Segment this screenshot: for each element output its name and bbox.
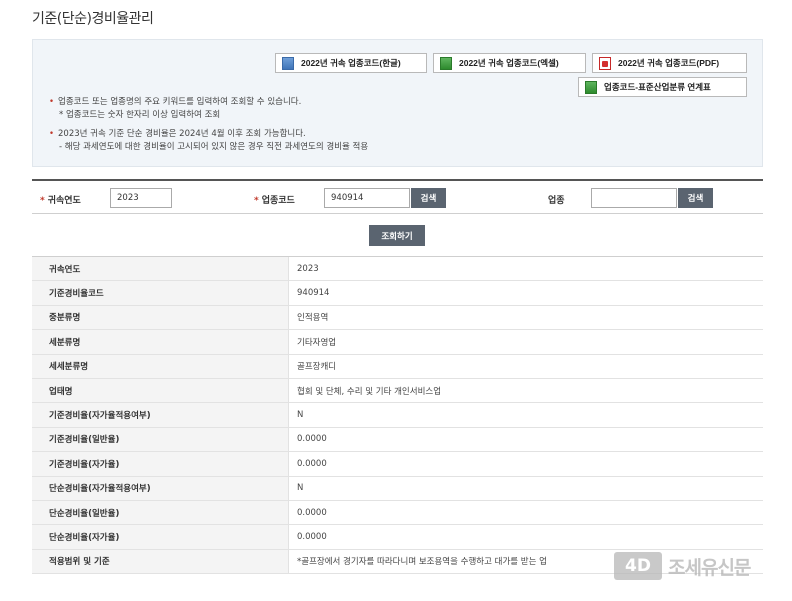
row-label: 귀속연도 [32, 257, 289, 281]
row-label: 세세분류명 [32, 354, 289, 378]
row-label: 기준경비율코드 [32, 281, 289, 305]
industry-input[interactable] [591, 188, 677, 208]
code-search-button[interactable]: 검색 [411, 188, 446, 208]
row-label: 단순경비율(자가율) [32, 525, 289, 549]
row-label: 기준경비율(자가율적용여부) [32, 403, 289, 427]
row-value: 0.0000 [297, 507, 327, 518]
row-value: 기타자영업 [297, 337, 337, 348]
download-mapping-label: 업종코드-표준산업분류 연계표 [604, 82, 711, 92]
industry-label: 업종 [548, 196, 565, 206]
search-bar: *귀속연도 *업종코드 검색 업종 검색 [32, 179, 763, 214]
required-mark: * [40, 196, 45, 206]
table-row: 세세분류명 골프장캐디 [32, 354, 763, 379]
row-label: 업태명 [32, 378, 289, 403]
download-pdf-label: 2022년 귀속 업종코드(PDF) [618, 58, 720, 68]
row-value: N [297, 483, 304, 494]
table-row: 귀속연도 2023 [32, 257, 763, 282]
industry-search-button[interactable]: 검색 [678, 188, 713, 208]
code-label-text: 업종코드 [261, 196, 295, 206]
table-row: 단순경비율(자가율적용여부) N [32, 476, 763, 501]
table-row: 기준경비율(자가율) 0.0000 [32, 452, 763, 477]
code-label: * 업종코드 [254, 193, 295, 206]
row-value: 인적용역 [297, 313, 329, 324]
row-label: 단순경비율(일반율) [32, 500, 289, 525]
row-value: 협회 및 단체, 수리 및 기타 개인서비스업 [297, 386, 442, 397]
row-value: 0.0000 [297, 531, 327, 542]
download-hwp-button[interactable]: 2022년 귀속 업종코드(한글) [275, 53, 427, 73]
row-label: 기준경비율(자가율) [32, 452, 289, 476]
note-line: 2023년 귀속 기준 단순 경비율은 2024년 4월 이후 조회 가능합니다… [58, 129, 306, 139]
table-row: 단순경비율(자가율) 0.0000 [32, 525, 763, 550]
row-value: 940914 [297, 288, 330, 299]
table-row: 업태명 협회 및 단체, 수리 및 기타 개인서비스업 [32, 378, 763, 404]
year-input[interactable] [110, 188, 172, 208]
notes: • 업종코드 또는 업종명의 주요 키워드를 입력하여 조회할 수 있습니다. *… [49, 96, 368, 154]
code-input[interactable] [324, 188, 410, 208]
query-button[interactable]: 조회하기 [369, 225, 425, 246]
table-row: 기준경비율코드 940914 [32, 281, 763, 306]
download-excel-label: 2022년 귀속 업종코드(엑셀) [459, 58, 559, 68]
excel-file-icon [440, 56, 452, 70]
row-label: 단순경비율(자가율적용여부) [32, 476, 289, 500]
note-line: 업종코드 또는 업종명의 주요 키워드를 입력하여 조회할 수 있습니다. [58, 97, 302, 107]
excel-file-icon [585, 80, 597, 94]
table-row: 중분류명 인적용역 [32, 305, 763, 331]
note-sub-line: * 업종코드는 숫자 한자리 이상 입력하여 조회 [59, 110, 221, 120]
row-value: 2023 [297, 263, 319, 274]
table-row: 세분류명 기타자영업 [32, 330, 763, 355]
row-label: 중분류명 [32, 305, 289, 330]
table-row: 기준경비율(자가율적용여부) N [32, 403, 763, 428]
row-label: 기준경비율(일반율) [32, 427, 289, 452]
year-label: * 귀속연도 [40, 193, 81, 206]
row-label: 세분류명 [32, 330, 289, 354]
download-pdf-button[interactable]: 2022년 귀속 업종코드(PDF) [592, 53, 747, 73]
row-value: 0.0000 [297, 458, 327, 469]
required-mark: * [254, 196, 259, 206]
row-value: 0.0000 [297, 434, 327, 445]
year-label-text: 귀속연도 [47, 196, 81, 206]
page-title: 기준(단순)경비율관리 [32, 11, 154, 27]
bullet: • [49, 97, 55, 107]
note-sub-line: - 해당 과세연도에 대한 경비율이 고시되어 있지 않은 경우 직전 과세연도… [59, 142, 369, 152]
hwp-file-icon [282, 56, 294, 70]
result-table: 귀속연도 2023 기준경비율코드 940914 중분류명 인적용역세분류명 기타자영업세세… [32, 256, 763, 575]
download-excel-button[interactable]: 2022년 귀속 업종코드(엑셀) [433, 53, 586, 73]
download-hwp-label: 2022년 귀속 업종코드(한글) [301, 58, 401, 68]
watermark: 4D 조세유신문 [614, 552, 751, 580]
info-box: 2022년 귀속 업종코드(한글) 2022년 귀속 업종코드(엑셀) 2022… [32, 39, 763, 167]
bullet: • [49, 129, 55, 139]
pdf-file-icon [599, 56, 611, 70]
download-mapping-button[interactable]: 업종코드-표준산업분류 연계표 [578, 77, 747, 97]
watermark-logo: 4D [614, 552, 662, 580]
row-value: N [297, 410, 304, 421]
row-label: 적용범위 및 기준 [32, 549, 289, 574]
watermark-name: 조세유신문 [668, 556, 751, 579]
table-row: 단순경비율(일반율) 0.0000 [32, 500, 763, 526]
row-value: 골프장캐디 [297, 362, 337, 373]
table-row: 기준경비율(일반율) 0.0000 [32, 427, 763, 453]
